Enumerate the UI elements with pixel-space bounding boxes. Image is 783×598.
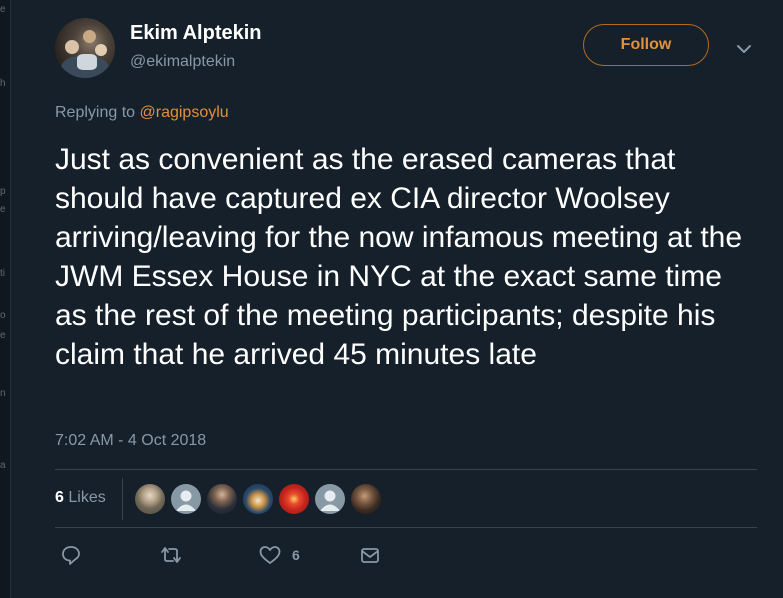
divider — [55, 527, 757, 528]
chevron-down-icon[interactable] — [731, 36, 757, 62]
retweet-icon[interactable] — [159, 544, 183, 566]
liker-avatar-default[interactable] — [315, 484, 345, 514]
liker-avatar[interactable] — [351, 484, 381, 514]
like-count: 6 — [292, 547, 300, 563]
liker-avatar[interactable] — [207, 484, 237, 514]
divider — [122, 478, 123, 520]
liker-avatar[interactable] — [243, 484, 273, 514]
tweet-actions: 6 — [55, 544, 757, 574]
avatar[interactable] — [55, 18, 115, 78]
like-button[interactable]: 6 — [258, 544, 300, 566]
user-name[interactable]: Ekim Alptekin — [130, 22, 262, 45]
likes-count-link[interactable]: 6 Likes — [55, 489, 106, 507]
reply-icon[interactable] — [60, 544, 82, 566]
follow-button[interactable]: Follow — [583, 24, 709, 66]
likes-label: Likes — [68, 489, 106, 506]
user-handle[interactable]: @ekimalptekin — [130, 53, 235, 71]
replying-to-label: Replying to — [55, 104, 136, 121]
tweet-text: Just as convenient as the erased cameras… — [55, 143, 743, 371]
divider — [55, 469, 757, 470]
liker-avatar[interactable] — [279, 484, 309, 514]
liker-avatar-default[interactable] — [171, 484, 201, 514]
likes-count: 6 — [55, 489, 64, 506]
replying-to: Replying to @ragipsoylu — [55, 104, 229, 122]
background-page-edge: e h p e ti o e n a — [0, 0, 11, 598]
liker-avatar[interactable] — [135, 484, 165, 514]
reply-mention-link[interactable]: @ragipsoylu — [140, 104, 229, 121]
message-icon[interactable] — [359, 544, 381, 566]
likers-avatars — [135, 484, 387, 514]
heart-icon — [258, 544, 282, 566]
tweet-card: Ekim Alptekin @ekimalptekin Follow Reply… — [55, 0, 757, 598]
tweet-timestamp[interactable]: 7:02 AM - 4 Oct 2018 — [55, 432, 206, 450]
